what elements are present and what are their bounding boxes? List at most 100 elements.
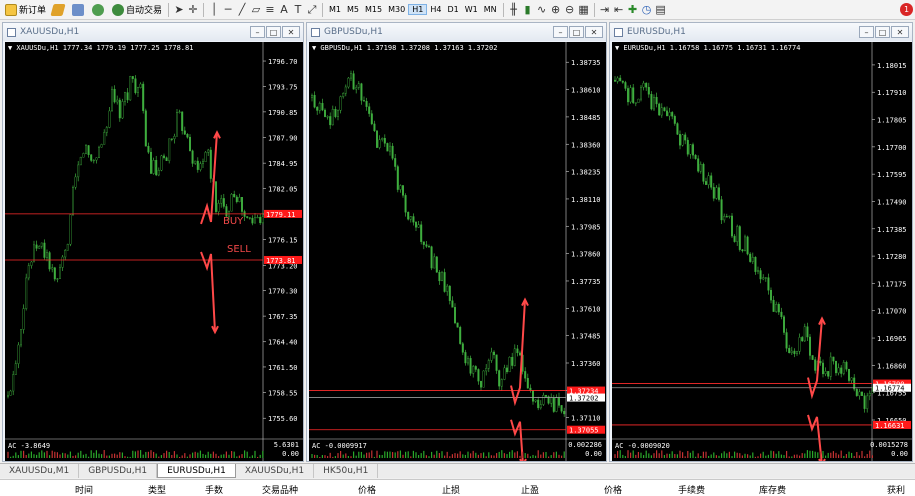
chart-info-label: ▼ XAUUSDu,H1 1777.34 1779.19 1777.25 177… <box>8 44 194 52</box>
chart-tab[interactable]: XAUUSDu,H1 <box>236 464 315 478</box>
terminal-column-header[interactable]: 价格 <box>358 483 376 496</box>
price-axis-label: 1793.75 <box>268 84 298 92</box>
price-axis-label: 1.17910 <box>877 89 907 97</box>
terminal-column-header[interactable]: 交易品种 <box>262 483 298 496</box>
timeframe-m1[interactable]: M1 <box>326 5 344 14</box>
close-button[interactable]: ✕ <box>585 26 603 38</box>
line-chart-icon[interactable]: ∿ <box>535 3 549 17</box>
new-order-label: 新订单 <box>19 6 47 16</box>
timeframe-m15[interactable]: M15 <box>362 5 385 14</box>
chart-window-titlebar[interactable]: XAUUSDu,H1 – □ ✕ <box>3 23 303 41</box>
templates-icon[interactable]: ▤ <box>654 3 668 17</box>
candle-body <box>214 181 217 212</box>
terminal-column-header[interactable]: 止损 <box>442 483 460 496</box>
text-tool-icon[interactable]: A <box>277 3 291 17</box>
terminal-column-header[interactable]: 手数 <box>205 483 223 496</box>
terminal-column-header[interactable]: 获利 <box>887 483 905 496</box>
terminal-column-header[interactable]: 手续费 <box>678 483 705 496</box>
candle-body <box>671 112 674 117</box>
fibonacci-icon[interactable]: ≡ <box>263 3 277 17</box>
bar-chart-icon[interactable]: ╫ <box>507 3 521 17</box>
candle-body <box>331 109 334 126</box>
candle-body <box>334 109 337 117</box>
maximize-button[interactable]: □ <box>569 26 584 38</box>
horizontal-line-icon[interactable]: ─ <box>221 3 235 17</box>
price-axis-label: 1784.95 <box>268 160 298 168</box>
network-button[interactable] <box>89 1 109 19</box>
timeframe-m5[interactable]: M5 <box>344 5 362 14</box>
zoom-out-icon[interactable]: ⊖ <box>563 3 577 17</box>
close-button[interactable]: ✕ <box>282 26 300 38</box>
candle-body <box>165 157 168 161</box>
timeframe-mn[interactable]: MN <box>481 5 500 14</box>
sell-annotation: SELL <box>227 243 251 255</box>
maximize-button[interactable]: □ <box>266 26 281 38</box>
auto-trading-button[interactable]: 自动交易 <box>109 1 165 19</box>
terminal-column-header[interactable]: 价格 <box>604 483 622 496</box>
chart-window[interactable]: EURUSDu,H1 – □ ✕ 1.18015 1.17910 1.17805 1.1770… <box>609 22 913 462</box>
candle-body <box>248 217 251 219</box>
trend-line-icon[interactable]: ╱ <box>235 3 249 17</box>
minimize-button[interactable]: – <box>859 26 874 38</box>
alert-badge[interactable]: 1 <box>900 3 913 16</box>
timeframe-h4[interactable]: H4 <box>427 5 444 14</box>
cursor-icon[interactable]: ➤ <box>172 3 186 17</box>
candle-body <box>251 217 254 224</box>
candle-body <box>134 78 137 93</box>
chart-window-icon <box>7 27 16 37</box>
close-button[interactable]: ✕ <box>891 26 909 38</box>
minimize-button[interactable]: – <box>553 26 568 38</box>
terminal-column-header[interactable]: 时间 <box>75 483 93 496</box>
zoom-in-icon[interactable]: ⊕ <box>549 3 563 17</box>
market-watch-button[interactable] <box>49 1 69 19</box>
auto-scroll-icon[interactable]: ⇥ <box>598 3 612 17</box>
chart-window-titlebar[interactable]: EURUSDu,H1 – □ ✕ <box>610 23 912 41</box>
chart-canvas[interactable]: 1796.70 1793.75 1790.85 1787.90 1784.95 1782.… <box>5 42 303 461</box>
chart-canvas[interactable]: 1.38735 1.38610 1.38485 1.38360 1.38235 1.381… <box>309 42 606 461</box>
shapes-icon[interactable]: ⤢ <box>305 3 319 17</box>
close-icon: ✕ <box>590 27 598 37</box>
chart-canvas[interactable]: 1.18015 1.17910 1.17805 1.17700 1.17595 1.174… <box>612 42 912 461</box>
chart-tab[interactable]: XAUUSDu,M1 <box>0 464 80 478</box>
chart-window[interactable]: GBPUSDu,H1 – □ ✕ 1.38735 1.38610 1.38485 1.3836… <box>306 22 607 462</box>
candle-body <box>48 252 51 270</box>
candle-body <box>645 82 648 88</box>
price-chart-svg: 1796.70 1793.75 1790.85 1787.90 1784.95 1782.… <box>5 42 303 461</box>
label-tool-icon[interactable]: T <box>291 3 305 17</box>
chart-window-titlebar[interactable]: GBPUSDu,H1 – □ ✕ <box>307 23 606 41</box>
vertical-line-icon[interactable]: │ <box>207 3 221 17</box>
chart-tab[interactable]: EURUSDu,H1 <box>157 464 236 478</box>
channel-icon[interactable]: ▱ <box>249 3 263 17</box>
candle-body <box>123 92 126 102</box>
terminal-column-header[interactable]: 类型 <box>148 483 166 496</box>
tile-windows-icon[interactable]: ▦ <box>577 3 591 17</box>
history-button[interactable] <box>69 1 89 19</box>
ac-axis-top: 0.0015278 <box>870 441 908 449</box>
terminal-column-header[interactable]: 止盈 <box>521 483 539 496</box>
chart-tab[interactable]: HK50u,H1 <box>314 464 379 478</box>
candle-body <box>7 395 10 397</box>
price-tag-label: 1.16774 <box>875 385 905 393</box>
timeframe-d1[interactable]: D1 <box>444 5 461 14</box>
candle-body <box>386 143 389 152</box>
minimize-button[interactable]: – <box>250 26 265 38</box>
chart-tab[interactable]: GBPUSDu,H1 <box>79 464 158 478</box>
timeframe-h1[interactable]: H1 <box>408 4 428 15</box>
chart-window[interactable]: XAUUSDu,H1 – □ ✕ 1796.70 1793.75 1790.85 1787.9… <box>2 22 304 462</box>
candle-body <box>769 290 772 301</box>
chart-shift-icon[interactable]: ⇤ <box>612 3 626 17</box>
timeframe-m30[interactable]: M30 <box>385 5 408 14</box>
indicators-icon[interactable]: ✚ <box>626 3 640 17</box>
terminal-column-header[interactable]: 库存费 <box>759 483 786 496</box>
candle-chart-icon[interactable]: ▮ <box>521 3 535 17</box>
price-axis-label: 1.17070 <box>877 308 907 316</box>
new-order-button[interactable]: 新订单 <box>2 1 49 19</box>
candle-body <box>394 158 397 167</box>
periods-icon[interactable]: ◷ <box>640 3 654 17</box>
candle-body <box>233 194 236 198</box>
candle-body <box>108 110 111 128</box>
maximize-button[interactable]: □ <box>875 26 890 38</box>
crosshair-icon[interactable]: ✛ <box>186 3 200 17</box>
timeframe-w1[interactable]: W1 <box>462 5 481 14</box>
price-axis-label: 1.37360 <box>571 360 601 368</box>
